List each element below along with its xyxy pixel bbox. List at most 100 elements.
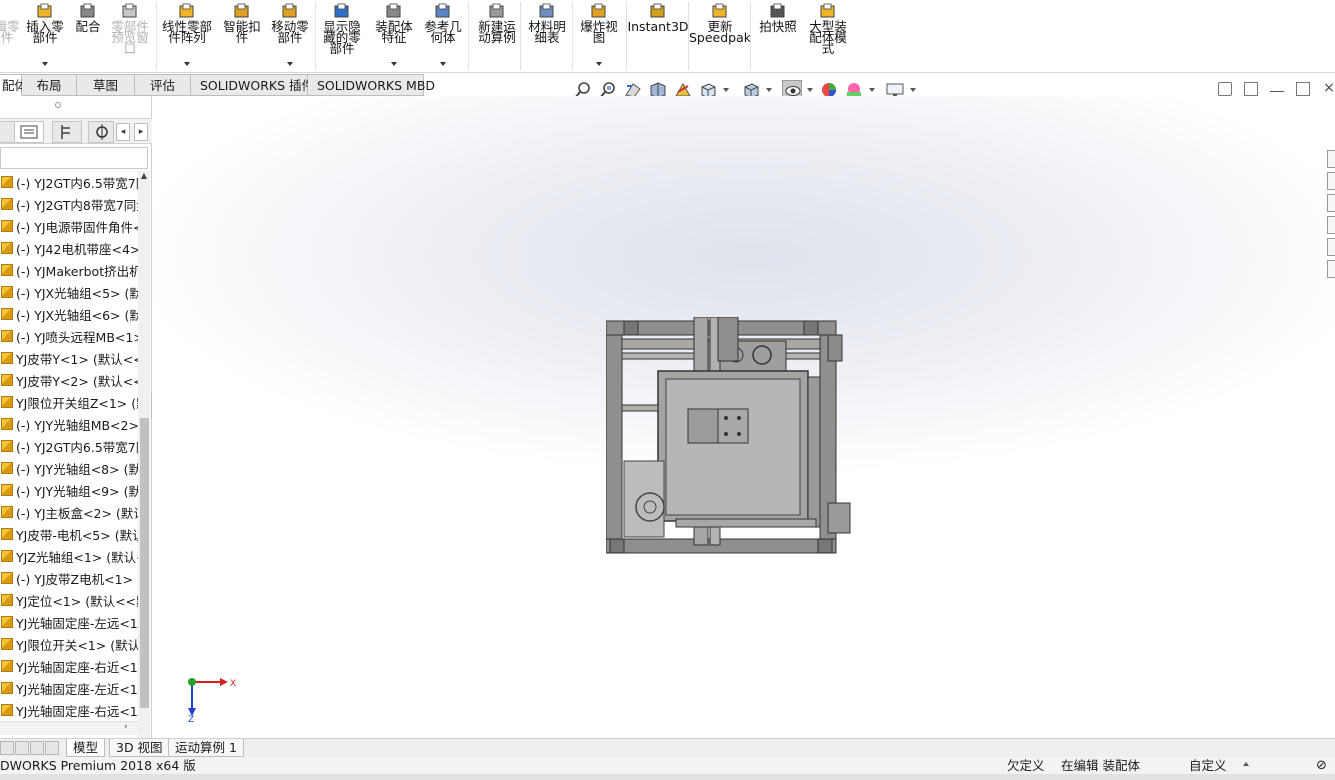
tree-item[interactable]: (-) YJX光轴组<5> (默 <box>0 281 138 303</box>
insert-components-dropdown-caret-icon[interactable] <box>42 62 48 66</box>
tree-item[interactable]: YJ光轴固定座-右近<1 <box>0 655 138 677</box>
take-snapshot-icon <box>769 3 787 20</box>
tree-item[interactable]: (-) YJ电源带固件角件< <box>0 215 138 237</box>
tab-evaluate[interactable]: 评估 <box>135 74 191 96</box>
help-icon[interactable]: ⊘ <box>1316 757 1327 774</box>
tree-item[interactable]: (-) YJ42电机带座<4> <box>0 237 138 259</box>
instant3d-label: Instant3D <box>627 19 689 34</box>
bill-of-materials-button[interactable]: 材料明 细表 <box>527 0 567 72</box>
tree-item[interactable]: YJ皮带Y<1> (默认<< <box>0 347 138 369</box>
component-preview-window-button[interactable]: 零部件 预览窗 口 <box>110 0 150 72</box>
subassembly-icon <box>1 220 13 232</box>
exploded-view-button[interactable]: 爆炸视 图 <box>579 0 619 72</box>
tree-item[interactable]: YJ皮带-电机<5> (默认 <box>0 523 138 545</box>
close-icon[interactable]: × <box>1322 81 1335 96</box>
restore-left-icon[interactable] <box>1218 82 1232 96</box>
view-orientation-caret-icon[interactable] <box>723 88 729 92</box>
linear-component-pattern-button[interactable]: 线性零部 件阵列 <box>160 0 214 72</box>
new-motion-study-button[interactable]: 新建运 动算例 <box>475 0 519 72</box>
dimxpert-manager-tab[interactable] <box>88 121 114 143</box>
reference-geometry-button[interactable]: 参考几 何体 <box>422 0 464 72</box>
tab-sketch[interactable]: 草图 <box>77 74 135 96</box>
bottom-tab-model[interactable]: 模型 <box>66 739 106 757</box>
status-units[interactable]: 自定义 <box>1189 757 1227 774</box>
tree-item[interactable]: (-) YJMakerbot挤出机 <box>0 259 138 281</box>
tree-item[interactable]: (-) YJX光轴组<6> (默 <box>0 303 138 325</box>
task-pane-resources-icon[interactable] <box>1327 172 1335 190</box>
tree-filter-input[interactable] <box>0 147 148 169</box>
view-settings-caret-icon[interactable] <box>910 88 916 92</box>
move-component-dropdown-caret-icon[interactable] <box>287 62 293 66</box>
take-snapshot-button[interactable]: 拍快照 <box>756 0 800 72</box>
last-tab-arrow-icon[interactable] <box>45 741 59 755</box>
tree-item[interactable]: YJ限位开关<1> (默认 <box>0 633 138 655</box>
tree-item[interactable]: (-) YJY光轴组<9> (默 <box>0 479 138 501</box>
tree-item[interactable]: YJ定位<1> (默认<<默 <box>0 589 138 611</box>
prev-tab-arrow-icon[interactable] <box>15 741 29 755</box>
insert-components-button[interactable]: 插入零 部件 <box>25 0 65 72</box>
tree-item[interactable]: YJ限位开关组Z<1> (默 <box>0 391 138 413</box>
subassembly-icon <box>1 418 13 430</box>
tab-solidworks-mbd[interactable]: SOLIDWORKS MBD <box>308 74 435 96</box>
configuration-manager-tab[interactable] <box>52 121 82 143</box>
tree-item[interactable]: (-) YJY光轴组MB<2> <box>0 413 138 435</box>
tree-item[interactable]: (-) YJ主板盒<2> (默认 <box>0 501 138 523</box>
task-pane-design-library-icon[interactable] <box>1327 194 1335 212</box>
tree-item[interactable]: (-) YJ2GT内8带宽7同步 <box>0 193 138 215</box>
bottom-tab-motion-study[interactable]: 运动算例 1 <box>168 739 244 757</box>
tree-item[interactable]: (-) YJ2GT内6.5带宽7同 <box>0 435 138 457</box>
update-speedpak-button[interactable]: 更新 Speedpak <box>689 0 751 72</box>
tab-assembly[interactable]: 配体 <box>0 74 27 96</box>
tree-item[interactable]: YJZ光轴组<1> (默认< <box>0 545 138 567</box>
tree-item[interactable]: (-) YJ2GT内6.5带宽7同 <box>0 171 138 193</box>
task-pane-appearances-icon[interactable] <box>1327 238 1335 256</box>
next-tab-arrow-icon[interactable] <box>30 741 44 755</box>
smart-fasteners-icon <box>233 3 251 20</box>
smart-fasteners-button[interactable]: 智能扣 件 <box>222 0 262 72</box>
tree-item[interactable]: YJ皮带Y<2> (默认<< <box>0 369 138 391</box>
scroll-right-icon[interactable]: › <box>124 722 128 732</box>
task-pane-home-icon[interactable] <box>1327 150 1335 168</box>
bottom-tab-3d-view[interactable]: 3D 视图 <box>109 739 170 757</box>
tree-item[interactable]: (-) YJ喷头远程MB<1> <box>0 325 138 347</box>
task-pane-custom-properties-icon[interactable] <box>1327 260 1335 278</box>
restore-right-icon[interactable] <box>1244 82 1258 96</box>
tabs-scroll-left-icon[interactable]: ◂ <box>116 123 130 141</box>
tree-horizontal-scrollbar[interactable]: › <box>0 721 138 735</box>
scroll-up-icon[interactable]: ▲ <box>138 171 150 180</box>
tree-item[interactable]: YJ光轴固定座-右远<1 <box>0 699 138 721</box>
large-assembly-mode-button[interactable]: 大型装 配体模 式 <box>806 0 850 72</box>
tree-scroll-thumb[interactable] <box>140 418 149 708</box>
ribbon-separator <box>468 2 469 70</box>
reference-geometry-dropdown-caret-icon[interactable] <box>440 62 446 66</box>
display-style-caret-icon[interactable] <box>766 88 772 92</box>
instant3d-button[interactable]: Instant3D <box>627 0 689 72</box>
apply-scene-caret-icon[interactable] <box>869 88 875 92</box>
units-caret-icon[interactable] <box>1243 762 1249 766</box>
tab-layout[interactable]: 布局 <box>22 74 77 96</box>
assembly-features-dropdown-caret-icon[interactable] <box>391 62 397 66</box>
tree-item[interactable]: YJ光轴固定座-左近<1 <box>0 677 138 699</box>
mate-button[interactable]: 配合 <box>74 0 102 72</box>
tab-solidworks-addins[interactable]: SOLIDWORKS 插件 <box>191 74 314 96</box>
tree-item[interactable]: (-) YJ皮带Z电机<1> ( <box>0 567 138 589</box>
linear-component-pattern-dropdown-caret-icon[interactable] <box>184 62 190 66</box>
edit-part-button[interactable]: 辑零 件 <box>0 0 20 72</box>
property-manager-tab[interactable] <box>14 121 44 143</box>
task-pane-file-explorer-icon[interactable] <box>1327 216 1335 234</box>
graphics-area[interactable]: X Z <box>152 96 1335 738</box>
panel-grip-icon[interactable] <box>55 102 61 108</box>
hide-show-caret-icon[interactable] <box>807 88 813 92</box>
minimize-icon[interactable] <box>1270 82 1284 92</box>
move-component-button[interactable]: 移动零 部件 <box>269 0 311 72</box>
maximize-icon[interactable] <box>1296 82 1310 96</box>
exploded-view-dropdown-caret-icon[interactable] <box>596 62 602 66</box>
printer-assembly-model[interactable] <box>606 317 856 557</box>
assembly-features-button[interactable]: 装配体 特征 <box>374 0 414 72</box>
subassembly-icon <box>1 484 13 496</box>
show-hidden-components-button[interactable]: 显示隐 藏的零 部件 <box>320 0 364 72</box>
tree-item[interactable]: YJ光轴固定座-左远<1 <box>0 611 138 633</box>
first-tab-arrow-icon[interactable] <box>0 741 14 755</box>
tabs-scroll-right-icon[interactable]: ▸ <box>134 123 148 141</box>
tree-item[interactable]: (-) YJY光轴组<8> (默 <box>0 457 138 479</box>
